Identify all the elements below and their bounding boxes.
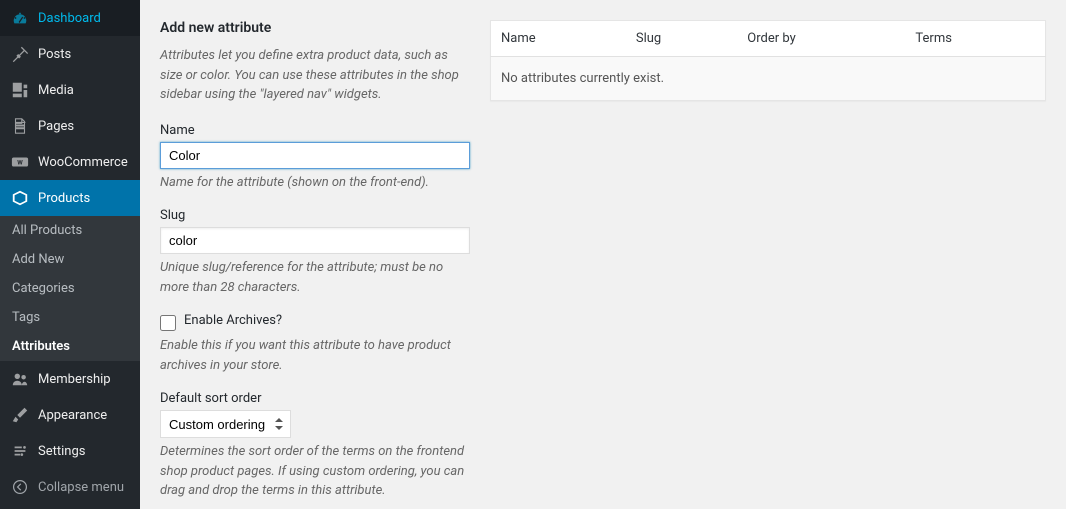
woocommerce-icon: W — [10, 152, 30, 172]
field-sort-order: Default sort order Custom ordering Deter… — [160, 391, 470, 501]
name-label: Name — [160, 123, 470, 138]
submenu-tags[interactable]: Tags — [0, 303, 140, 332]
dashboard-icon — [10, 8, 30, 28]
empty-message: No attributes currently exist. — [491, 57, 1046, 101]
slug-input[interactable] — [160, 227, 470, 254]
th-terms[interactable]: Terms — [905, 21, 1045, 57]
sidebar-item-label: Pages — [38, 119, 74, 134]
sidebar-item-label: Posts — [38, 47, 71, 62]
attributes-table: Name Slug Order by Terms No attributes c… — [490, 20, 1046, 101]
brush-icon — [10, 405, 30, 425]
form-intro: Attributes let you define extra product … — [160, 46, 470, 105]
sidebar-item-label: Membership — [38, 372, 111, 387]
submenu-all-products[interactable]: All Products — [0, 216, 140, 245]
sidebar-item-label: Appearance — [38, 408, 107, 423]
admin-sidebar: Dashboard Posts Media Pages W WooCommerc… — [0, 0, 140, 509]
archives-help: Enable this if you want this attribute t… — [160, 336, 470, 375]
archives-checkbox[interactable] — [160, 315, 176, 331]
sidebar-item-settings[interactable]: Settings — [0, 433, 140, 469]
field-archives: Enable Archives? Enable this if you want… — [160, 313, 470, 375]
sidebar-item-label: Settings — [38, 444, 85, 459]
th-name[interactable]: Name — [491, 21, 626, 57]
sidebar-item-membership[interactable]: Membership — [0, 361, 140, 397]
field-slug: Slug Unique slug/reference for the attri… — [160, 208, 470, 297]
submenu-add-new[interactable]: Add New — [0, 245, 140, 274]
attributes-table-wrap: Name Slug Order by Terms No attributes c… — [490, 20, 1046, 489]
sort-label: Default sort order — [160, 391, 470, 406]
sidebar-item-label: Media — [38, 83, 74, 98]
sidebar-item-label: Dashboard — [38, 11, 101, 26]
submenu-categories[interactable]: Categories — [0, 274, 140, 303]
sidebar-item-media[interactable]: Media — [0, 72, 140, 108]
slug-help: Unique slug/reference for the attribute;… — [160, 258, 470, 297]
form-heading: Add new attribute — [160, 20, 470, 36]
sidebar-item-dashboard[interactable]: Dashboard — [0, 0, 140, 36]
slug-label: Slug — [160, 208, 470, 223]
sidebar-item-label: Products — [38, 191, 90, 206]
field-name: Name Name for the attribute (shown on th… — [160, 123, 470, 193]
sidebar-item-appearance[interactable]: Appearance — [0, 397, 140, 433]
th-slug[interactable]: Slug — [626, 21, 737, 57]
sort-select[interactable]: Custom ordering — [160, 410, 291, 438]
collapse-label: Collapse menu — [38, 480, 124, 495]
pages-icon — [10, 116, 30, 136]
products-icon — [10, 188, 30, 208]
svg-text:W: W — [17, 159, 23, 167]
settings-icon — [10, 441, 30, 461]
users-icon — [10, 369, 30, 389]
name-input[interactable] — [160, 142, 470, 169]
table-row-empty: No attributes currently exist. — [491, 57, 1046, 101]
main-content: Add new attribute Attributes let you def… — [140, 0, 1066, 509]
sidebar-item-pages[interactable]: Pages — [0, 108, 140, 144]
products-submenu: All Products Add New Categories Tags Att… — [0, 216, 140, 361]
add-attribute-form: Add new attribute Attributes let you def… — [160, 20, 470, 489]
sidebar-item-products[interactable]: Products — [0, 180, 140, 216]
archives-label: Enable Archives? — [184, 313, 282, 328]
th-orderby[interactable]: Order by — [737, 21, 905, 57]
name-help: Name for the attribute (shown on the fro… — [160, 173, 470, 193]
sidebar-item-posts[interactable]: Posts — [0, 36, 140, 72]
sidebar-item-label: WooCommerce — [38, 155, 128, 170]
collapse-icon — [10, 477, 30, 497]
collapse-menu[interactable]: Collapse menu — [0, 469, 140, 505]
pin-icon — [10, 44, 30, 64]
sidebar-item-woocommerce[interactable]: W WooCommerce — [0, 144, 140, 180]
submenu-attributes[interactable]: Attributes — [0, 332, 140, 361]
media-icon — [10, 80, 30, 100]
sort-help: Determines the sort order of the terms o… — [160, 442, 470, 501]
